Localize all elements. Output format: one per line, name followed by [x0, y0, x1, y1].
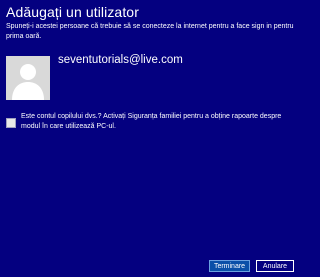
user-avatar: [6, 56, 50, 100]
dialog-description: Spuneți-i acestei persoane că trebuie să…: [6, 23, 294, 40]
finish-button[interactable]: Terminare: [209, 260, 250, 272]
user-silhouette-icon: [6, 56, 50, 100]
dialog-title: Adăugați un utilizator: [6, 4, 139, 20]
cancel-button[interactable]: Anulare: [256, 260, 294, 272]
child-account-label: Este contul copilului dvs.? Activați Sig…: [21, 113, 282, 130]
child-account-checkbox[interactable]: [6, 118, 16, 128]
account-email: seventutorials@live.com: [58, 54, 183, 66]
child-account-option: Este contul copilului dvs.? Activați Sig…: [6, 112, 294, 132]
add-user-dialog: Adăugați un utilizator Spuneți-i acestei…: [0, 0, 300, 277]
